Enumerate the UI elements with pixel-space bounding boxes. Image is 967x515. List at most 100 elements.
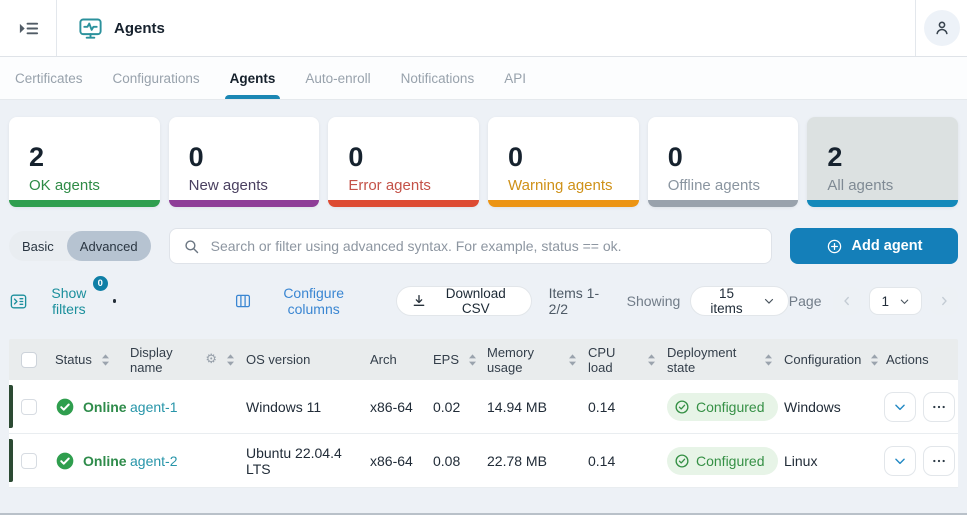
- user-menu-button[interactable]: [923, 10, 960, 46]
- eps-cell: 0.08: [433, 452, 461, 469]
- configure-columns-label: Configure columns: [283, 285, 345, 317]
- search-input[interactable]: [210, 238, 758, 254]
- row-checkbox[interactable]: [21, 452, 37, 469]
- tab-bar: Certificates Configurations Agents Auto-…: [0, 57, 967, 100]
- sidebar-toggle-button[interactable]: [0, 0, 57, 56]
- ellipsis-icon: [931, 453, 947, 469]
- ellipsis-icon: [931, 399, 947, 415]
- sort-icon: [100, 353, 111, 367]
- gear-icon[interactable]: ⚙: [205, 353, 217, 366]
- page-number-select[interactable]: 1: [869, 287, 922, 315]
- select-all-checkbox[interactable]: [21, 351, 37, 368]
- stat-value: 2: [29, 141, 45, 172]
- configure-columns-button[interactable]: Configure columns: [234, 285, 365, 317]
- column-header-actions: Actions: [886, 352, 929, 367]
- mode-basic-button[interactable]: Basic: [9, 231, 67, 261]
- show-filters-label: Show filters 0: [37, 276, 108, 317]
- tab-auto-enroll[interactable]: Auto-enroll: [290, 57, 385, 99]
- stat-card-offline[interactable]: 0 Offline agents: [647, 117, 799, 207]
- status-cell: Online: [45, 397, 127, 417]
- tab-notifications[interactable]: Notifications: [386, 57, 490, 99]
- unsaved-dot-indicator: [112, 299, 117, 303]
- add-agent-button[interactable]: Add agent: [790, 228, 958, 264]
- page-label: Page: [788, 293, 822, 309]
- stat-value: 0: [667, 141, 683, 172]
- page-title: Agents: [114, 19, 165, 37]
- stat-label: Offline agents: [667, 177, 760, 195]
- sort-icon: [763, 353, 774, 367]
- configuration-cell: Linux: [784, 452, 818, 469]
- items-range-text: Items 1-2/2: [548, 285, 600, 317]
- stat-card-warning[interactable]: 0 Warning agents: [488, 117, 639, 207]
- stat-label: All agents: [827, 177, 894, 195]
- os-version-cell: Windows 11: [246, 398, 322, 415]
- filters-count-badge: 0: [92, 276, 108, 291]
- expand-row-button[interactable]: [884, 391, 916, 422]
- row-actions-menu-button[interactable]: [923, 391, 955, 422]
- stat-label: New agents: [188, 177, 268, 195]
- os-version-cell: Ubuntu 22.04.4 LTS: [246, 444, 342, 477]
- row-status-bar: [9, 385, 13, 428]
- configuration-cell: Windows: [784, 398, 841, 415]
- sidebar-expand-icon: [17, 17, 40, 40]
- check-circle-icon: [55, 451, 75, 471]
- filter-panel-icon: [9, 292, 28, 311]
- tab-api[interactable]: API: [489, 57, 541, 99]
- stat-strip: [9, 200, 160, 207]
- stat-value: 0: [188, 141, 204, 172]
- column-header-deployment-state[interactable]: Deployment state: [657, 345, 774, 375]
- filter-row: Basic Advanced Add agent: [9, 228, 958, 264]
- stat-label: Error agents: [348, 177, 431, 195]
- cpu-load-cell: 0.14: [588, 398, 616, 415]
- agent-name-link[interactable]: agent-1: [130, 399, 177, 415]
- check-circle-outline-icon: [674, 453, 690, 469]
- deployment-state-badge: Configured: [667, 392, 778, 421]
- chevron-down-icon: [763, 295, 775, 307]
- row-actions-menu-button[interactable]: [923, 445, 955, 476]
- stat-value: 0: [348, 141, 364, 172]
- show-filters-button[interactable]: Show filters 0: [9, 276, 108, 317]
- memory-usage-cell: 14.94 MB: [487, 398, 547, 415]
- deployment-state-badge: Configured: [667, 446, 778, 475]
- download-csv-button[interactable]: Download CSV: [395, 286, 532, 316]
- stat-strip: [807, 200, 959, 207]
- sort-icon: [567, 353, 578, 367]
- column-header-display-name[interactable]: Display name ⚙: [120, 345, 236, 375]
- page-size-select[interactable]: 15 items: [690, 286, 789, 316]
- mode-advanced-button[interactable]: Advanced: [66, 231, 151, 261]
- expand-row-button[interactable]: [884, 445, 916, 476]
- chevron-left-icon: [841, 295, 853, 307]
- prev-page-button[interactable]: [833, 287, 862, 315]
- sort-icon: [646, 353, 657, 367]
- stat-label: OK agents: [29, 177, 100, 195]
- plus-circle-icon: [826, 238, 843, 255]
- columns-icon: [234, 292, 252, 310]
- row-checkbox[interactable]: [21, 398, 37, 415]
- showing-label: Showing: [626, 293, 681, 309]
- column-header-memory-usage[interactable]: Memory usage: [477, 345, 578, 375]
- arch-cell: x86-64: [370, 398, 413, 415]
- stat-card-all[interactable]: 2 All agents: [807, 117, 959, 207]
- stat-card-error[interactable]: 0 Error agents: [328, 117, 480, 207]
- row-status-bar: [9, 439, 13, 482]
- column-header-cpu-load[interactable]: CPU load: [578, 345, 657, 375]
- tab-certificates[interactable]: Certificates: [0, 57, 98, 99]
- check-circle-outline-icon: [674, 399, 690, 415]
- column-header-status[interactable]: Status: [45, 352, 120, 367]
- stat-card-new[interactable]: 0 New agents: [168, 117, 320, 207]
- tab-agents[interactable]: Agents: [215, 57, 291, 99]
- tab-configurations[interactable]: Configurations: [98, 57, 215, 99]
- agents-table: Status Display name ⚙ OS version Arch EP…: [9, 339, 958, 488]
- search-mode-toggle: Basic Advanced: [9, 231, 151, 261]
- chevron-down-icon: [893, 400, 907, 414]
- column-header-configuration[interactable]: Configuration: [774, 352, 879, 367]
- agent-name-link[interactable]: agent-2: [130, 453, 177, 469]
- stat-card-ok[interactable]: 2 OK agents: [9, 117, 160, 207]
- stat-strip: [168, 200, 320, 207]
- column-header-eps[interactable]: EPS: [423, 352, 477, 367]
- arch-cell: x86-64: [370, 452, 413, 469]
- sort-icon: [225, 353, 236, 367]
- next-page-button[interactable]: [930, 287, 958, 315]
- stat-strip: [328, 200, 480, 207]
- stat-value: 0: [508, 141, 524, 172]
